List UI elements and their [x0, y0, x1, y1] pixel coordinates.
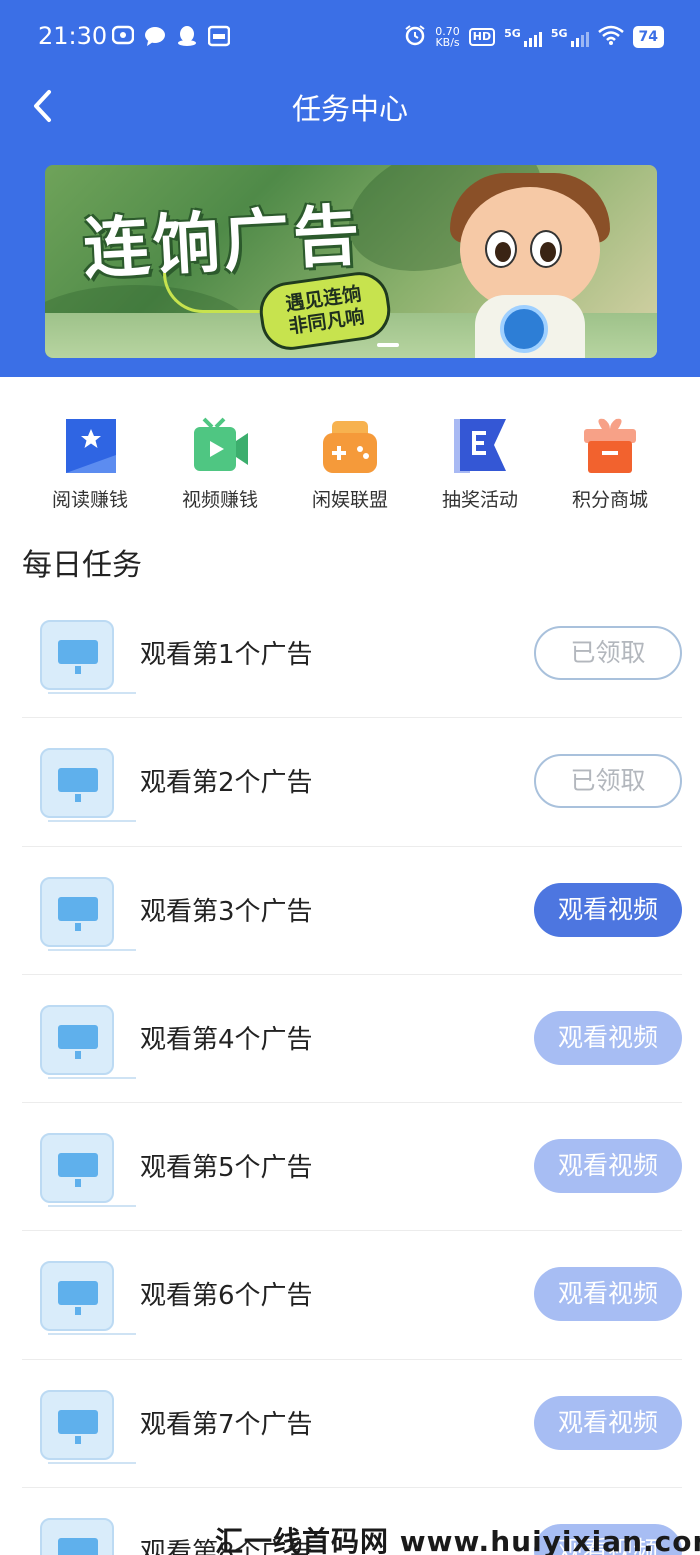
status-time: 21:30	[38, 22, 108, 50]
task-name: 观看第1个广告	[140, 640, 313, 670]
status-right: 0.70 KB/s HD 5G 5G 74	[404, 24, 664, 49]
task-name: 观看第7个广告	[140, 1409, 313, 1440]
task-name: 观看第3个广告	[140, 896, 313, 927]
signal-icon: 5G	[504, 27, 542, 47]
mascot-eye	[485, 230, 517, 268]
task-row: 观看第7个广告 观看视频	[22, 1360, 682, 1489]
task-name: 观看第5个广告	[140, 1153, 313, 1184]
wifi-icon	[597, 25, 624, 48]
gift-box-icon	[580, 415, 640, 477]
quick-menu-video[interactable]: 视频赚钱	[155, 415, 285, 512]
sim2-label: 5G	[550, 26, 568, 40]
quick-menu-lottery[interactable]: 抽奖活动	[415, 415, 545, 512]
banner-pager-dot	[377, 343, 399, 347]
quick-menu-points-mall[interactable]: 积分商城	[545, 415, 675, 512]
battery-icon: 74	[632, 25, 664, 48]
hd-icon: HD	[468, 27, 496, 46]
quick-menu-label: 阅读赚钱	[51, 489, 128, 511]
net-speed: 0.70 KB/s	[435, 26, 460, 48]
video-camera-icon	[190, 415, 250, 477]
notification-icons	[111, 25, 231, 47]
book-star-icon	[60, 415, 120, 477]
monitor-icon	[40, 620, 136, 694]
task-name: 观看第2个广告	[140, 768, 313, 799]
watch-video-button[interactable]: 观看视频	[534, 1267, 682, 1322]
daily-tasks-title: 每日任务	[22, 548, 142, 583]
watch-video-button[interactable]: 观看视频	[534, 1139, 682, 1194]
wallet-icon	[207, 25, 231, 47]
quick-menu-entertainment[interactable]: 闲娱联盟	[285, 415, 415, 512]
quick-menu-reading[interactable]: 阅读赚钱	[25, 415, 155, 512]
claimed-button[interactable]: 已领取	[534, 626, 682, 680]
status-bar: 21:30 0.70 KB/s HD 5G 5G 74	[0, 0, 700, 76]
monitor-icon	[40, 1133, 136, 1208]
quick-menu-label: 视频赚钱	[181, 489, 258, 511]
monitor-icon	[40, 1004, 136, 1079]
message-bubble-icon	[111, 25, 135, 47]
task-row: 观看第1个广告 已领取	[22, 590, 682, 719]
mascot-eye	[530, 230, 562, 268]
net-speed-unit: KB/s	[435, 35, 460, 49]
qq-icon	[176, 25, 198, 47]
task-row: 观看第6个广告 观看视频	[22, 1231, 682, 1360]
task-list: 观看第1个广告 已领取 观看第2个广告 已领取 观看第3个广告 观看视频 观看第…	[22, 590, 682, 1555]
monitor-icon	[40, 1389, 136, 1464]
task-name: 观看第6个广告	[140, 1281, 313, 1312]
promo-banner[interactable]: 连饷广告 遇见连饷 非同凡响	[45, 165, 657, 358]
monitor-icon	[40, 1261, 136, 1336]
watch-video-button[interactable]: 观看视频	[534, 1395, 682, 1450]
monitor-icon	[40, 748, 136, 823]
quick-menu-label: 抽奖活动	[441, 489, 518, 511]
signal-icon: 5G	[551, 27, 589, 47]
gamepad-icon	[320, 415, 380, 477]
watch-video-button[interactable]: 观看视频	[534, 882, 682, 937]
task-row: 观看第3个广告 观看视频	[22, 847, 682, 975]
task-name: 观看第4个广告	[140, 1024, 313, 1055]
quick-menu: 阅读赚钱 视频赚钱 闲娱联盟 抽奖活动 积分商城	[25, 415, 675, 512]
alarm-icon	[404, 24, 426, 49]
quick-menu-label: 积分商城	[571, 489, 648, 511]
sim1-label: 5G	[504, 26, 521, 40]
quick-menu-label: 闲娱联盟	[311, 489, 388, 511]
watermark: 汇一线首码网 www.huiyixian.com	[215, 1525, 700, 1555]
net-speed-value: 0.70	[435, 24, 460, 38]
task-row: 观看第5个广告 观看视频	[22, 1103, 682, 1232]
monitor-icon	[40, 1518, 114, 1555]
claimed-button[interactable]: 已领取	[534, 754, 682, 809]
mascot-toy	[500, 305, 548, 353]
watch-video-button[interactable]: 观看视频	[534, 1010, 682, 1065]
page-title: 任务中心	[291, 92, 408, 126]
task-row: 观看第4个广告 观看视频	[22, 975, 682, 1104]
task-row: 观看第2个广告 已领取	[22, 718, 682, 847]
flag-icon	[450, 415, 510, 477]
chat-icon	[144, 25, 166, 47]
monitor-icon	[40, 876, 136, 951]
